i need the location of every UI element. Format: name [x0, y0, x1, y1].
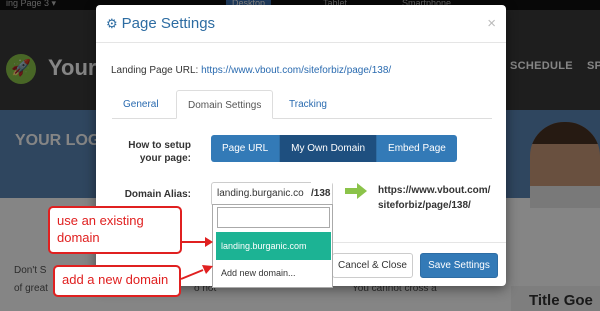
- arrow-right-icon: [345, 183, 367, 199]
- landing-url-link[interactable]: https://www.vbout.com/siteforbiz/page/13…: [201, 65, 391, 76]
- domain-alias-label: Domain Alias:: [124, 189, 191, 200]
- close-icon[interactable]: ×: [487, 15, 496, 32]
- embed-page-button[interactable]: Embed Page: [377, 135, 457, 162]
- annotation-existing-domain: use an existing domain: [48, 206, 182, 254]
- page-url-button[interactable]: Page URL: [211, 135, 281, 162]
- domain-alias-dropdown: landing.burganic.com Add new domain...: [212, 204, 333, 288]
- landing-url-label: Landing Page URL:: [111, 65, 199, 76]
- modal-header: ⚙ Page Settings ×: [96, 5, 506, 43]
- cancel-close-button[interactable]: Cancel & Close: [332, 253, 413, 278]
- tab-domain-settings[interactable]: Domain Settings: [176, 90, 274, 119]
- setup-button-group: Page URL My Own Domain Embed Page: [211, 135, 457, 162]
- modal-title: ⚙ Page Settings: [106, 15, 215, 32]
- domain-search-input[interactable]: [217, 207, 330, 228]
- landing-url-row: Landing Page URL: https://www.vbout.com/…: [111, 65, 391, 76]
- save-settings-button[interactable]: Save Settings: [420, 253, 498, 278]
- tab-general[interactable]: General: [112, 90, 170, 119]
- setup-label: How to setup your page:: [128, 140, 191, 164]
- dropdown-option-existing-domain[interactable]: landing.burganic.com: [216, 232, 331, 260]
- modal-title-text: Page Settings: [121, 15, 216, 32]
- dropdown-option-add-new-domain[interactable]: Add new domain...: [216, 262, 331, 284]
- my-own-domain-button[interactable]: My Own Domain: [280, 135, 378, 162]
- domain-alias-suffix: /138: [311, 182, 333, 206]
- destination-url: https://www.vbout.com/ siteforbiz/page/1…: [378, 185, 491, 211]
- annotation-new-domain: add a new domain: [53, 265, 181, 297]
- settings-tabs: General Domain Settings Tracking: [112, 90, 492, 119]
- domain-alias-value: landing.burganic.co: [217, 188, 304, 199]
- tab-tracking[interactable]: Tracking: [278, 90, 338, 119]
- gear-icon: ⚙: [106, 15, 118, 31]
